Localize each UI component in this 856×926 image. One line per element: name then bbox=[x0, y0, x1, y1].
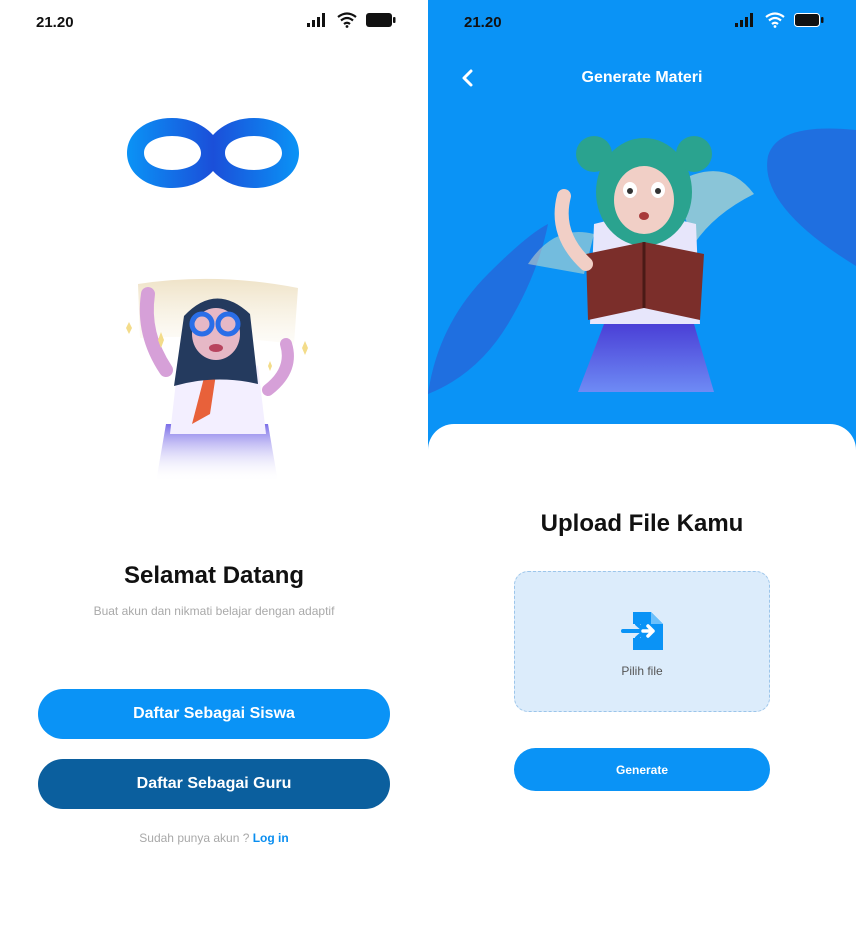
login-prompt-line: Sudah punya akun ? Log in bbox=[0, 831, 428, 845]
girl-with-glasses-illustration bbox=[126, 278, 308, 482]
upload-label: Pilih file bbox=[621, 664, 663, 678]
signal-icon bbox=[735, 13, 753, 27]
status-icons bbox=[734, 12, 824, 28]
battery-icon bbox=[366, 13, 396, 27]
login-link[interactable]: Log in bbox=[253, 831, 289, 845]
infinity-logo bbox=[127, 118, 299, 188]
upload-title: Upload File Kamu bbox=[540, 510, 744, 537]
status-time: 21.20 bbox=[464, 14, 502, 31]
generate-screen: 21.20 Generate Materi Upload File Kamu P… bbox=[428, 0, 856, 926]
wifi-icon bbox=[337, 12, 357, 28]
status-time: 21.20 bbox=[36, 14, 74, 31]
file-picker-dropzone[interactable]: Pilih file bbox=[514, 571, 770, 712]
status-icons bbox=[306, 12, 396, 28]
girl-reading-book-illustration bbox=[528, 136, 754, 392]
file-import-icon bbox=[621, 612, 663, 650]
battery-icon bbox=[794, 13, 824, 27]
header-title: Generate Materi bbox=[581, 69, 703, 86]
signal-icon bbox=[307, 13, 325, 27]
welcome-screen: 21.20 Selamat Datang Buat akun dan nikma… bbox=[0, 0, 428, 926]
generate-button[interactable]: Generate bbox=[514, 748, 770, 791]
register-teacher-button[interactable]: Daftar Sebagai Guru bbox=[38, 759, 390, 809]
welcome-title: Selamat Datang bbox=[123, 562, 305, 589]
upload-sheet: Upload File Kamu Pilih file Generate bbox=[428, 424, 856, 926]
welcome-subtitle: Buat akun dan nikmati belajar dengan ada… bbox=[93, 604, 335, 618]
register-student-button[interactable]: Daftar Sebagai Siswa bbox=[38, 689, 390, 739]
wifi-icon bbox=[765, 12, 785, 28]
login-prompt-text: Sudah punya akun ? bbox=[139, 831, 250, 845]
